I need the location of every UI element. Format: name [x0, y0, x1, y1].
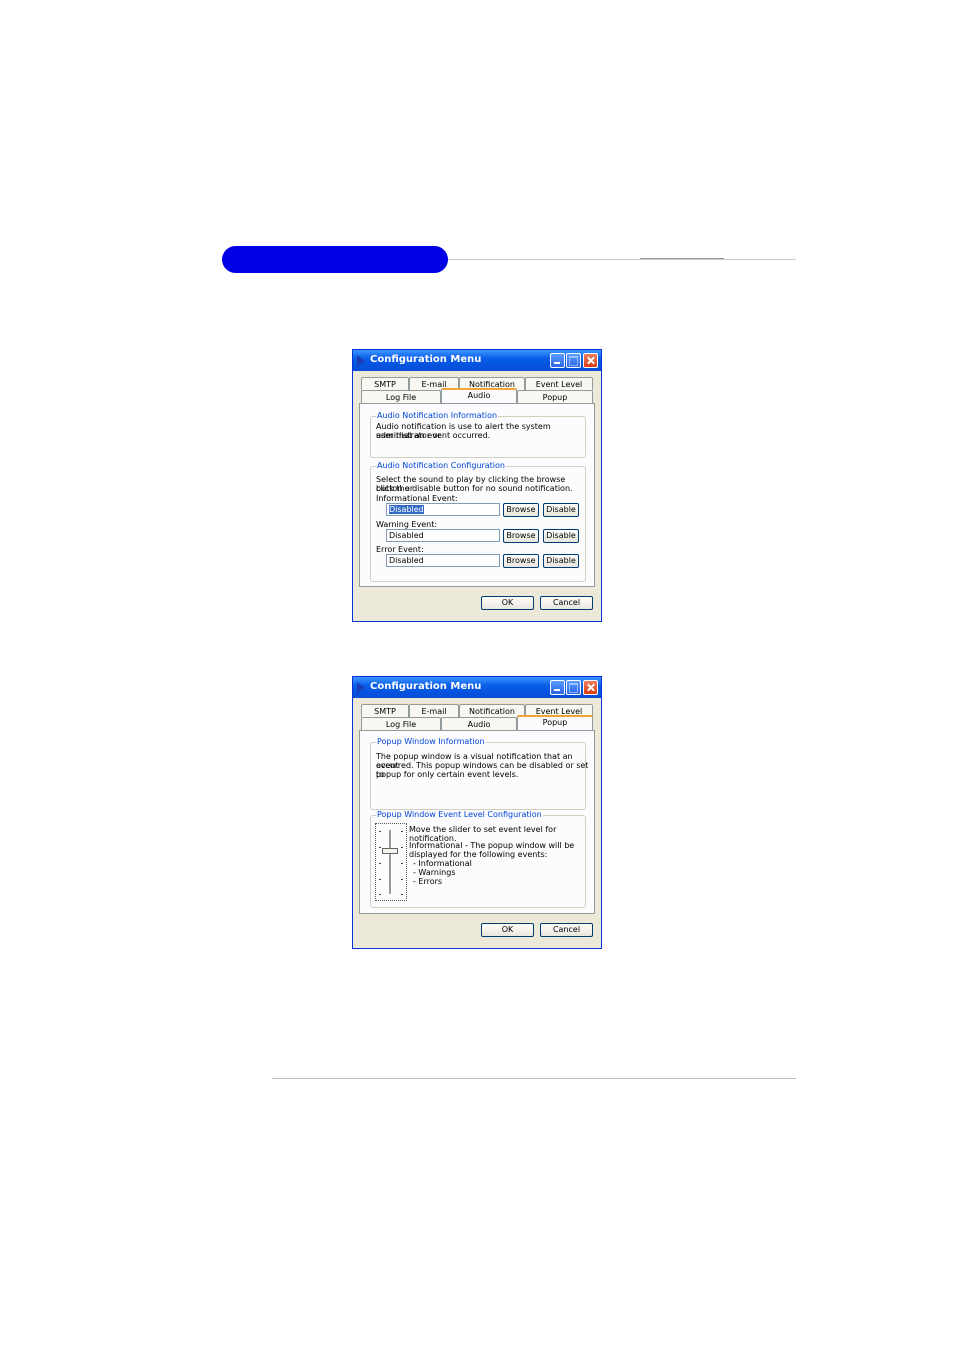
tab-log-file[interactable]: Log File: [361, 390, 441, 403]
slider-tick: [401, 863, 403, 864]
config-text-line: click the disable button for no sound no…: [376, 484, 573, 493]
informational-event-field[interactable]: Disabled: [386, 503, 500, 516]
header-rule: [448, 259, 796, 260]
slider-tick: [379, 894, 381, 895]
selected-text: Disabled: [389, 505, 424, 514]
event-level-slider[interactable]: [375, 823, 407, 901]
level-list-item: - Informational: [413, 859, 472, 868]
info-text-line: user that an event occurred.: [376, 431, 491, 440]
group-legend: Popup Window Information: [377, 737, 485, 746]
level-description: displayed for the following events:: [409, 850, 548, 859]
group-legend: Popup Window Event Level Configuration: [377, 810, 542, 819]
tab-audio[interactable]: Audio: [441, 717, 517, 730]
tab-smtp[interactable]: SMTP: [361, 377, 409, 390]
window-title: Configuration Menu: [370, 681, 482, 692]
minimize-button[interactable]: [550, 680, 565, 695]
window-title: Configuration Menu: [370, 354, 482, 365]
level-list-item: - Warnings: [413, 868, 456, 877]
slider-tick: [379, 879, 381, 880]
footer-rule: [272, 1078, 796, 1079]
close-button[interactable]: [583, 353, 598, 368]
maximize-button[interactable]: [566, 680, 581, 695]
informational-disable-button[interactable]: Disable: [543, 503, 579, 517]
app-icon: [357, 355, 365, 367]
tab-event-level[interactable]: Event Level: [525, 377, 593, 390]
tab-smtp[interactable]: SMTP: [361, 704, 409, 717]
slider-tick: [379, 831, 381, 832]
slider-track: [389, 830, 392, 894]
warning-disable-button[interactable]: Disable: [543, 529, 579, 543]
configuration-window-popup: Configuration Menu SMTP E-mail Notificat…: [352, 676, 602, 949]
error-event-label: Error Event:: [376, 545, 424, 554]
configuration-window-audio: Configuration Menu SMTP E-mail Notificat…: [352, 349, 602, 622]
error-disable-button[interactable]: Disable: [543, 554, 579, 568]
cancel-button[interactable]: Cancel: [540, 596, 593, 610]
level-description: Informational - The popup window will be: [409, 841, 575, 850]
info-text-line: popup for only certain event levels.: [376, 770, 519, 779]
informational-browse-button[interactable]: Browse: [503, 503, 539, 517]
tab-popup[interactable]: Popup: [517, 715, 593, 730]
warning-event-field[interactable]: Disabled: [386, 529, 500, 542]
tab-notification[interactable]: Notification: [459, 704, 525, 717]
slider-tick: [379, 863, 381, 864]
tab-audio[interactable]: Audio: [441, 388, 517, 403]
title-bar[interactable]: Configuration Menu: [353, 677, 601, 698]
warning-event-label: Warning Event:: [376, 520, 438, 529]
header-rule-accent: [640, 258, 724, 259]
app-icon: [357, 682, 365, 694]
tab-email[interactable]: E-mail: [409, 704, 459, 717]
maximize-button[interactable]: [566, 353, 581, 368]
informational-event-label: Informational Event:: [376, 494, 458, 503]
error-browse-button[interactable]: Browse: [503, 554, 539, 568]
minimize-button[interactable]: [550, 353, 565, 368]
slider-tick: [401, 831, 403, 832]
ok-button[interactable]: OK: [481, 923, 534, 937]
slider-tick: [401, 847, 403, 848]
warning-browse-button[interactable]: Browse: [503, 529, 539, 543]
ok-button[interactable]: OK: [481, 596, 534, 610]
slider-tick: [401, 879, 403, 880]
title-bar[interactable]: Configuration Menu: [353, 350, 601, 371]
tab-log-file[interactable]: Log File: [361, 717, 441, 730]
error-event-field[interactable]: Disabled: [386, 554, 500, 567]
tab-panel-audio: Audio Notification Information Audio not…: [359, 403, 595, 587]
tab-popup[interactable]: Popup: [517, 390, 593, 403]
group-legend: Audio Notification Configuration: [377, 461, 505, 470]
cancel-button[interactable]: Cancel: [540, 923, 593, 937]
slider-tick: [379, 847, 381, 848]
close-button[interactable]: [583, 680, 598, 695]
section-header-bar: [222, 246, 448, 273]
level-list-item: - Errors: [413, 877, 443, 886]
slider-thumb[interactable]: [382, 848, 398, 855]
slider-tick: [401, 894, 403, 895]
group-legend: Audio Notification Information: [377, 411, 498, 420]
